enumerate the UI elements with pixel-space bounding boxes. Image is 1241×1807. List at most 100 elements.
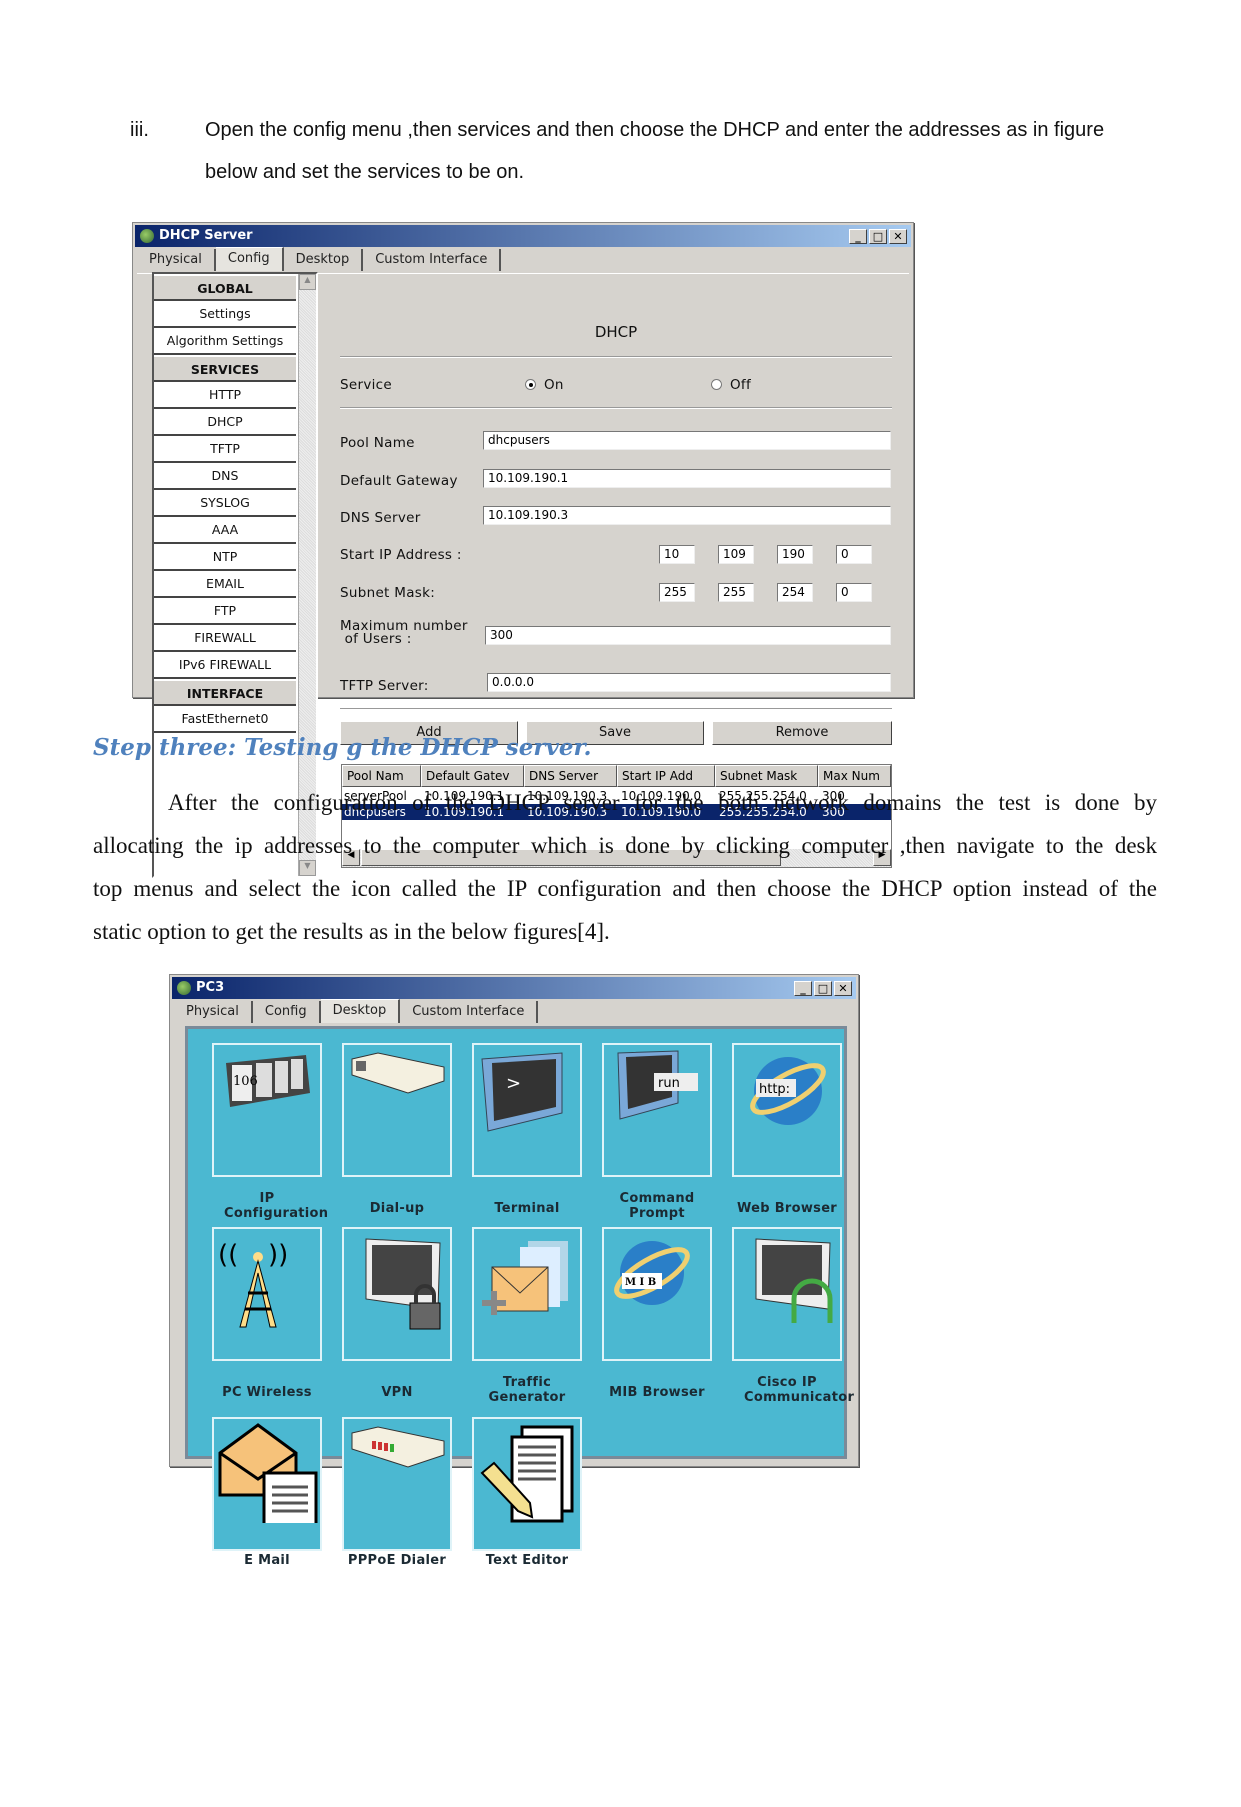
start-ip-octet-4[interactable]: 0 xyxy=(836,545,872,564)
app-terminal[interactable]: > xyxy=(472,1043,582,1177)
close-button[interactable]: ✕ xyxy=(834,981,852,996)
title-bar: PC3 _ □ ✕ xyxy=(172,977,856,999)
app-label[interactable]: Dial-up xyxy=(332,1201,462,1216)
sidebar-item-services: SERVICES xyxy=(154,355,296,382)
body-paragraph: After the configuration of the DHCP serv… xyxy=(93,790,1157,944)
tab-custom-interface[interactable]: Custom Interface xyxy=(363,249,502,271)
svg-text:>: > xyxy=(506,1073,521,1094)
close-button[interactable]: ✕ xyxy=(889,229,907,244)
app-label[interactable]: Text Editor xyxy=(462,1553,592,1568)
app-traffic-generator[interactable] xyxy=(472,1227,582,1361)
sidebar-item-email[interactable]: EMAIL xyxy=(154,571,296,598)
app-label[interactable]: Terminal xyxy=(462,1201,592,1216)
title-bar: DHCP Server _ □ ✕ xyxy=(135,225,911,247)
sidebar-item-ftp[interactable]: FTP xyxy=(154,598,296,625)
pool-name-label: Pool Name xyxy=(340,435,415,451)
svg-text:http:: http: xyxy=(759,1082,790,1097)
off-label: Off xyxy=(730,377,752,393)
pc3-window: PC3 _ □ ✕ Physical Config Desktop Custom Inte… xyxy=(169,974,859,1568)
sidebar-item-dhcp[interactable]: DHCP xyxy=(154,409,296,436)
sidebar-item-fastethernet0[interactable]: FastEthernet0 xyxy=(154,706,296,733)
sidebar-item-interface: INTERFACE xyxy=(154,679,296,706)
dns-input[interactable]: 10.109.190.3 xyxy=(483,506,891,525)
app-label[interactable]: Cisco IP Communicator xyxy=(722,1375,854,1405)
start-ip-octet-2[interactable]: 109 xyxy=(718,545,754,564)
tab-desktop[interactable]: Desktop xyxy=(320,999,401,1023)
tab-config[interactable]: Config xyxy=(253,1001,321,1023)
minimize-button[interactable]: _ xyxy=(794,981,812,996)
window-title: DHCP Server xyxy=(159,228,253,243)
app-label[interactable]: VPN xyxy=(332,1385,462,1400)
tab-desktop[interactable]: Desktop xyxy=(284,249,364,271)
app-mib-browser[interactable]: M I B xyxy=(602,1227,712,1361)
sidebar-item-ipv6-firewall[interactable]: IPv6 FIREWALL xyxy=(154,652,296,679)
sidebar-item-algorithm-settings[interactable]: Algorithm Settings xyxy=(154,328,296,355)
tab-bar: Physical Config Desktop Custom Interface xyxy=(174,999,539,1023)
app-pc-wireless[interactable]: (()) xyxy=(212,1227,322,1361)
maximize-button[interactable]: □ xyxy=(814,981,832,996)
sidebar-item-firewall[interactable]: FIREWALL xyxy=(154,625,296,652)
sidebar-item-http[interactable]: HTTP xyxy=(154,382,296,409)
sidebar-item-syslog[interactable]: SYSLOG xyxy=(154,490,296,517)
start-ip-octet-3[interactable]: 190 xyxy=(777,545,813,564)
sidebar-item-ntp[interactable]: NTP xyxy=(154,544,296,571)
sidebar-item-global: GLOBAL xyxy=(154,274,296,301)
tab-bar: Physical Config Desktop Custom Interface xyxy=(137,247,502,271)
app-label[interactable]: PC Wireless xyxy=(202,1385,332,1400)
service-label: Service xyxy=(340,377,392,393)
app-label[interactable]: Command Prompt xyxy=(592,1191,722,1221)
app-label[interactable]: MIB Browser xyxy=(592,1385,722,1400)
remove-button[interactable]: Remove xyxy=(712,721,892,745)
subnet-octet-4[interactable]: 0 xyxy=(836,583,872,602)
start-ip-octet-1[interactable]: 10 xyxy=(659,545,695,564)
app-logo-icon xyxy=(177,981,191,995)
subnet-octet-2[interactable]: 255 xyxy=(718,583,754,602)
start-ip-label: Start IP Address : xyxy=(340,547,462,563)
tab-physical[interactable]: Physical xyxy=(137,249,216,271)
max-users-label: Maximum number of Users : xyxy=(340,618,468,647)
service-off-radio[interactable]: Off xyxy=(711,377,751,393)
window-title: PC3 xyxy=(196,980,225,995)
tab-custom-interface[interactable]: Custom Interface xyxy=(400,1001,539,1023)
app-pppoe-dialer[interactable] xyxy=(342,1417,452,1551)
minimize-button[interactable]: _ xyxy=(849,229,867,244)
app-text-editor[interactable] xyxy=(472,1417,582,1551)
app-ip-configuration[interactable]: 106 xyxy=(212,1043,322,1177)
app-label[interactable]: E Mail xyxy=(202,1553,332,1568)
app-label[interactable]: IP Configuration xyxy=(202,1191,332,1221)
app-label[interactable]: PPPoE Dialer xyxy=(332,1553,462,1568)
svg-text:106: 106 xyxy=(233,1074,258,1089)
maximize-button[interactable]: □ xyxy=(869,229,887,244)
sidebar-item-tftp[interactable]: TFTP xyxy=(154,436,296,463)
tftp-input[interactable]: 0.0.0.0 xyxy=(487,673,891,692)
app-cisco-ip-communicator[interactable] xyxy=(732,1227,842,1361)
app-web-browser[interactable]: http: xyxy=(732,1043,842,1177)
dhcp-server-window: DHCP Server _ □ ✕ Physical Config Desktop Cus… xyxy=(132,222,914,878)
gateway-input[interactable]: 10.109.190.1 xyxy=(483,469,891,488)
subnet-octet-1[interactable]: 255 xyxy=(659,583,695,602)
app-dial-up[interactable] xyxy=(342,1043,452,1177)
tftp-label: TFTP Server: xyxy=(340,678,429,694)
sidebar-item-settings[interactable]: Settings xyxy=(154,301,296,328)
sidebar-item-dns[interactable]: DNS xyxy=(154,463,296,490)
app-e-mail[interactable] xyxy=(212,1417,322,1551)
tab-physical[interactable]: Physical xyxy=(174,1001,253,1023)
max-users-input[interactable]: 300 xyxy=(485,626,891,645)
app-label[interactable]: Web Browser xyxy=(722,1201,852,1216)
on-label: On xyxy=(544,377,564,393)
svg-text:M I B: M I B xyxy=(625,1277,656,1288)
subnet-label: Subnet Mask: xyxy=(340,585,436,601)
desktop-panel: 106 IP Configuration Dial-up > Terminal run Co… xyxy=(185,1026,854,1568)
sidebar-item-aaa[interactable]: AAA xyxy=(154,517,296,544)
pool-name-input[interactable]: dhcpusers xyxy=(483,431,891,450)
service-on-radio[interactable]: On xyxy=(525,377,564,393)
app-label[interactable]: Traffic Generator xyxy=(462,1375,592,1405)
dns-label: DNS Server xyxy=(340,510,421,526)
app-vpn[interactable] xyxy=(342,1227,452,1361)
svg-text:run: run xyxy=(658,1076,680,1091)
dhcp-heading: DHCP xyxy=(594,323,638,341)
tab-config[interactable]: Config xyxy=(215,247,284,271)
app-logo-icon xyxy=(140,229,154,243)
subnet-octet-3[interactable]: 254 xyxy=(777,583,813,602)
app-command-prompt[interactable]: run xyxy=(602,1043,712,1177)
